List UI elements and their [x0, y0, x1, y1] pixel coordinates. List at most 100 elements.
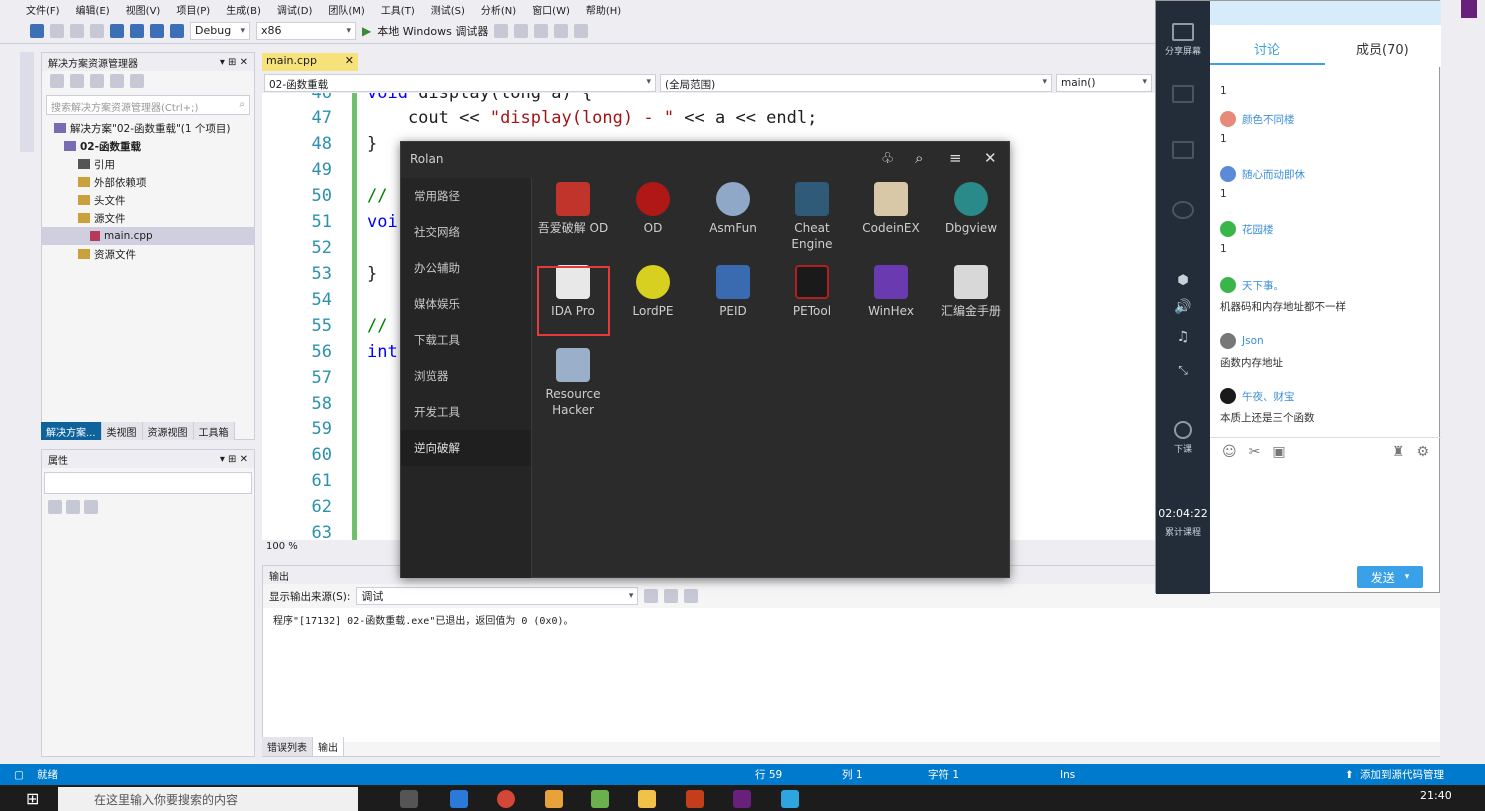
project-nav-select[interactable]: 02-函数重载 [264, 74, 656, 92]
windows-start-icon[interactable]: ⊞ [26, 789, 39, 808]
scope-nav-select[interactable]: (全局范围) [660, 74, 1052, 92]
status-icon[interactable]: ⬢ [1156, 273, 1210, 288]
find-icon[interactable] [644, 589, 659, 603]
tree-resource-files[interactable]: 资源文件 [54, 245, 254, 263]
menu-build[interactable]: 生成(B) [218, 2, 269, 17]
chrome-icon[interactable] [497, 790, 515, 808]
app-52pojie-od[interactable]: 吾爱破解 OD [533, 182, 613, 236]
search-icon[interactable]: ⌕ [915, 149, 923, 167]
app-petool[interactable]: PETool [772, 265, 852, 319]
tab-class-view[interactable]: 类视图 [101, 422, 143, 440]
server-explorer-tab[interactable] [20, 52, 34, 152]
app-dbgview[interactable]: Dbgview [931, 182, 1011, 236]
tab-toolbox[interactable]: 工具箱 [193, 422, 235, 440]
side-tool-button[interactable] [1156, 201, 1210, 222]
tab-solution[interactable]: 解决方案... [41, 422, 102, 440]
tab-discussion[interactable]: 讨论 [1254, 39, 1280, 58]
app-lordpe[interactable]: LordPE [613, 265, 693, 319]
app-icon[interactable] [591, 790, 609, 808]
app-od[interactable]: OD [613, 182, 693, 236]
skin-icon[interactable]: ♧ [881, 149, 894, 167]
add-source-control-button[interactable]: 添加到源代码管理 [1360, 767, 1444, 782]
run-debugger-button[interactable]: 本地 Windows 调试器 [377, 23, 488, 39]
send-button[interactable]: 发送 ▾ [1357, 566, 1423, 588]
wrench-icon[interactable] [84, 500, 98, 514]
forward-icon[interactable] [50, 23, 64, 38]
menu-analyze[interactable]: 分析(N) [473, 2, 524, 17]
fullscreen-icon[interactable]: ⤡ [1156, 363, 1210, 378]
close-icon[interactable]: ✕ [984, 149, 997, 167]
explorer-icon[interactable] [638, 790, 656, 808]
tab-main-cpp[interactable]: main.cpp ✕ [262, 53, 358, 71]
attach-icon[interactable] [494, 23, 509, 38]
open-icon[interactable] [90, 23, 104, 38]
save-all-icon[interactable] [130, 23, 144, 38]
category-common-paths[interactable]: 常用路径 [401, 178, 531, 214]
redo-icon[interactable] [170, 23, 184, 38]
app-cheat-engine[interactable]: Cheat Engine [772, 182, 852, 252]
settings-icon[interactable]: ⚙ [1416, 444, 1429, 460]
clear-all-icon[interactable] [664, 589, 679, 603]
music-icon[interactable]: ♫ [1156, 329, 1210, 345]
menu-help[interactable]: 帮助(H) [578, 2, 629, 17]
app-resource-hacker[interactable]: Resource Hacker [533, 348, 613, 418]
sublime-icon[interactable] [545, 790, 563, 808]
new-project-icon[interactable] [70, 23, 84, 38]
taskbar-search-input[interactable]: 在这里输入你要搜索的内容 [58, 787, 358, 811]
tree-references[interactable]: 引用 [54, 155, 254, 173]
close-tab-icon[interactable]: ✕ [345, 54, 354, 70]
notification-flag-icon[interactable] [1461, 0, 1477, 18]
task-view-icon[interactable] [400, 790, 418, 808]
menu-edit[interactable]: 编辑(E) [68, 2, 118, 17]
category-browser[interactable]: 浏览器 [401, 358, 531, 394]
indent-icon[interactable] [534, 23, 549, 38]
app-codeinex[interactable]: CodeinEX [851, 182, 931, 236]
tab-output[interactable]: 输出 [313, 737, 344, 756]
outdent-icon[interactable] [554, 23, 569, 38]
category-office[interactable]: 办公辅助 [401, 250, 531, 286]
tree-main-cpp[interactable]: main.cpp [42, 227, 254, 245]
menu-debug[interactable]: 调试(D) [269, 2, 321, 17]
category-social[interactable]: 社交网络 [401, 214, 531, 250]
collapse-icon[interactable] [130, 74, 144, 88]
send-options-icon[interactable]: ▾ [1405, 572, 1410, 582]
chat-input-area[interactable]: ☺ ✂ ▣ ♜ ⚙ 发送 ▾ [1210, 437, 1441, 594]
app-asm-manual[interactable]: 汇编金手册 [931, 265, 1011, 319]
side-tool-button[interactable] [1156, 141, 1210, 162]
scissors-icon[interactable]: ✂ [1249, 444, 1261, 460]
platform-select[interactable]: x86 [256, 21, 356, 40]
tree-header-files[interactable]: 头文件 [54, 191, 254, 209]
bell-icon[interactable]: ♜ [1392, 444, 1405, 460]
edge-icon[interactable] [450, 790, 468, 808]
app-icon[interactable] [781, 790, 799, 808]
tab-resource-view[interactable]: 资源视图 [142, 422, 194, 440]
pin-close-icon[interactable]: ▾ ⊞ ✕ [220, 57, 248, 68]
tree-solution[interactable]: 解决方案"02-函数重载"(1 个项目) [54, 119, 254, 137]
tab-members[interactable]: 成员(70) [1356, 39, 1409, 58]
save-icon[interactable] [110, 23, 124, 38]
solution-search-input[interactable]: 搜索解决方案资源管理器(Ctrl+;) ⌕ [46, 95, 250, 115]
tree-source-files[interactable]: 源文件 [54, 209, 254, 227]
app-peid[interactable]: PEID [693, 265, 773, 319]
menu-project[interactable]: 项目(P) [168, 2, 218, 17]
category-reverse[interactable]: 逆向破解 [401, 430, 531, 466]
app-winhex[interactable]: WinHex [851, 265, 931, 319]
home-icon[interactable] [70, 74, 84, 88]
pin-close-icon[interactable]: ▾ ⊞ ✕ [220, 454, 248, 465]
tree-external-deps[interactable]: 外部依赖项 [54, 173, 254, 191]
bookmark-icon[interactable] [574, 23, 589, 38]
categorized-icon[interactable] [48, 500, 62, 514]
alphabetical-icon[interactable] [66, 500, 80, 514]
emoji-icon[interactable]: ☺ [1222, 444, 1237, 460]
share-screen-button[interactable]: 分享屏幕 [1156, 23, 1210, 57]
properties-object-select[interactable] [44, 472, 252, 494]
tree-project[interactable]: 02-函数重载 [54, 137, 254, 155]
member-nav-select[interactable]: main() [1056, 74, 1152, 92]
menu-window[interactable]: 窗口(W) [524, 2, 578, 17]
output-source-select[interactable]: 调试 [356, 587, 639, 605]
config-select[interactable]: Debug [190, 21, 250, 40]
undo-icon[interactable] [150, 23, 164, 38]
switch-view-icon[interactable] [90, 74, 104, 88]
image-icon[interactable]: ▣ [1272, 444, 1285, 460]
menu-tools[interactable]: 工具(T) [373, 2, 423, 17]
